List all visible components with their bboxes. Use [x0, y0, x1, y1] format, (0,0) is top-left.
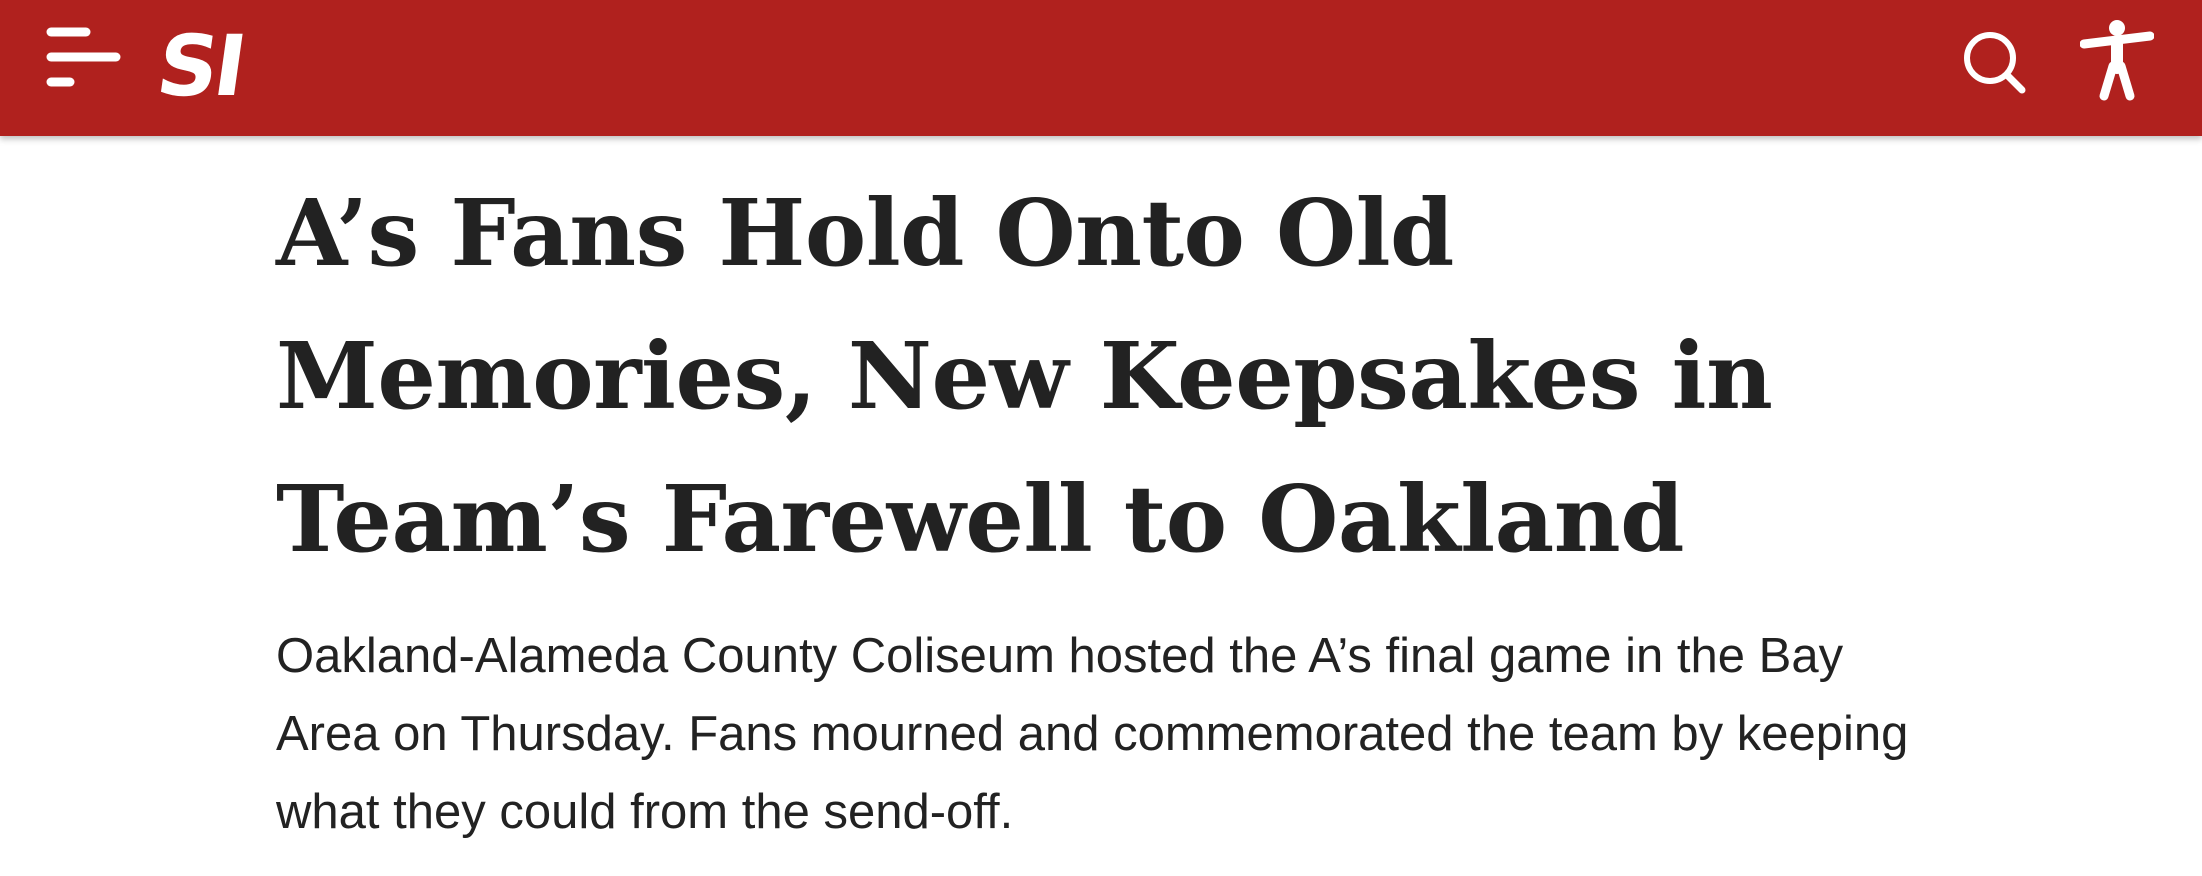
article-headline: A’s Fans Hold Onto Old Memories, New Kee… — [276, 179, 1773, 573]
article-header: A’s Fans Hold Onto Old Memories, New Kee… — [276, 168, 1956, 851]
article-dek: Oakland-Alameda County Coliseum hosted t… — [276, 629, 1909, 839]
logo-text: SI — [154, 24, 249, 104]
si-logo-mark: SI — [151, 17, 249, 115]
menu-button[interactable] — [46, 26, 122, 90]
search-icon — [1964, 32, 2026, 94]
hamburger-menu-icon — [46, 27, 121, 87]
si-logo[interactable]: SI — [151, 17, 264, 115]
accessibility-button[interactable] — [2079, 18, 2155, 102]
accessibility-icon — [2079, 20, 2155, 101]
site-header: SI — [0, 0, 2202, 136]
search-button[interactable] — [1962, 30, 2028, 96]
